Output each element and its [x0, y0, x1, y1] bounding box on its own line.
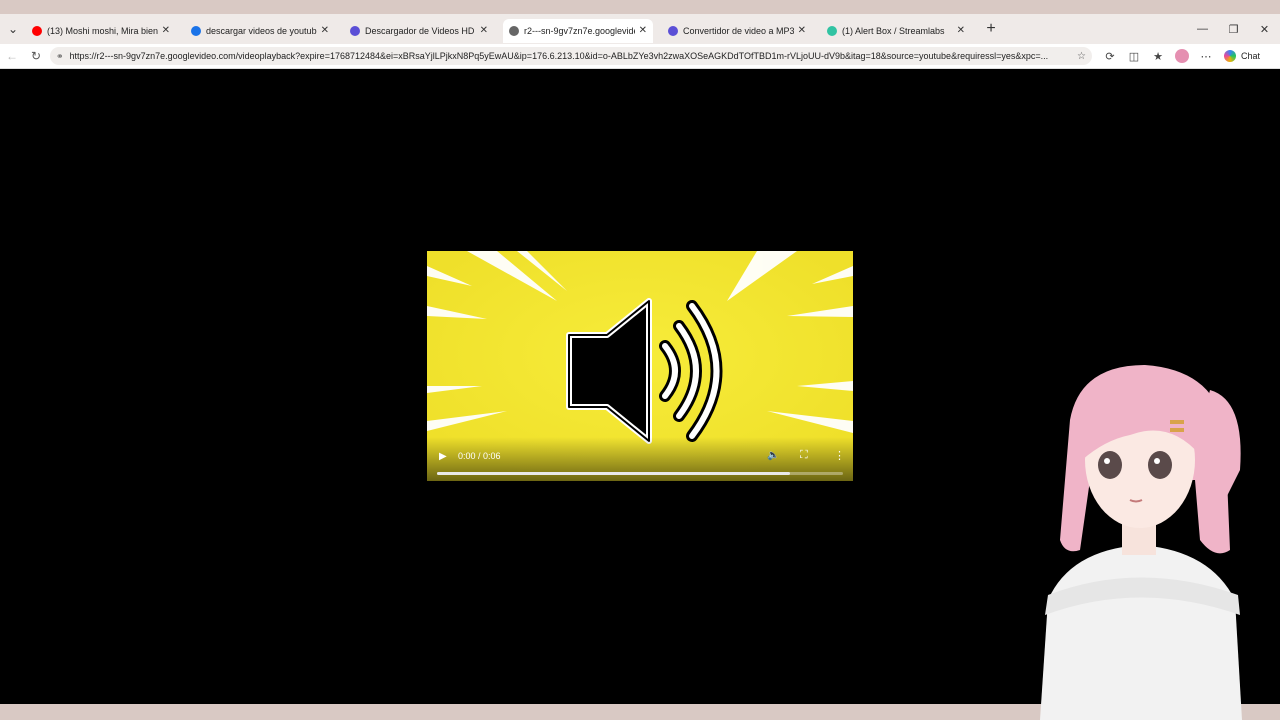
close-window-icon[interactable]: ✕ — [1249, 14, 1280, 44]
search-icon — [191, 25, 201, 36]
more-options-icon[interactable]: ⋮ — [834, 449, 845, 462]
youtube-icon — [32, 25, 42, 36]
reload-button[interactable]: ↻ — [24, 44, 48, 68]
copilot-chat-button[interactable]: Chat — [1224, 50, 1260, 62]
tab-4[interactable]: Convertidor de video a MP3 - Fre ✕ — [662, 19, 812, 43]
tab-search-chevron-icon[interactable]: ⌄ — [0, 14, 26, 44]
tab-0[interactable]: (13) Moshi moshi, Mira bien hdtp ✕ — [26, 19, 176, 43]
tab-close-icon[interactable]: ✕ — [798, 25, 806, 36]
circle-app-icon — [668, 25, 678, 36]
address-bar[interactable]: ⚭ https://r2---sn-9gv7zn7e.googlevideo.c… — [50, 47, 1092, 65]
tab-title: Convertidor de video a MP3 - Fre — [683, 25, 794, 36]
tab-title: (13) Moshi moshi, Mira bien hdtp — [47, 25, 158, 36]
chat-label: Chat — [1241, 51, 1261, 61]
restore-icon[interactable]: ❐ — [1218, 14, 1249, 44]
video-controls: ▶ 0:00 / 0:06 🔈 ⛶ ⋮ — [427, 437, 853, 481]
back-button[interactable]: ← — [0, 44, 24, 68]
tab-3[interactable]: r2---sn-9gv7zn7e.googlevideo.co ✕ — [503, 18, 653, 43]
url-text: https://r2---sn-9gv7zn7e.googlevideo.com… — [69, 51, 1049, 61]
window-controls: — ❐ ✕ — [1187, 14, 1280, 44]
new-tab-button[interactable]: + — [980, 17, 1002, 41]
vtuber-avatar — [1040, 365, 1242, 720]
streamlabs-icon — [827, 25, 837, 36]
split-screen-icon[interactable]: ◫ — [1122, 44, 1146, 68]
minimize-icon[interactable]: — — [1187, 14, 1218, 44]
profile-avatar[interactable] — [1175, 49, 1189, 63]
progress-fill — [437, 472, 791, 475]
site-info-icon[interactable]: ⚭ — [56, 51, 64, 62]
tab-title: descargar videos de youtube - Bú — [206, 25, 317, 36]
more-menu-icon[interactable]: ⋯ — [1194, 44, 1218, 68]
copilot-icon — [1224, 50, 1236, 62]
tab-title: Descargador de Videos HD de You — [365, 25, 476, 36]
video-player[interactable]: ▶ 0:00 / 0:06 🔈 ⛶ ⋮ — [427, 251, 853, 481]
progress-track[interactable] — [437, 472, 843, 475]
fullscreen-icon[interactable]: ⛶ — [800, 449, 808, 462]
tab-title: r2---sn-9gv7zn7e.googlevideo.co — [524, 25, 635, 36]
time-display: 0:00 / 0:06 — [458, 451, 501, 461]
tab-close-icon[interactable]: ✕ — [162, 25, 170, 36]
extensions-icon[interactable]: ⟳ — [1098, 44, 1122, 68]
tab-title: (1) Alert Box / Streamlabs — [842, 25, 945, 36]
volume-icon[interactable]: 🔈 — [767, 450, 779, 461]
favorite-star-icon[interactable]: ☆ — [1077, 51, 1086, 62]
tab-close-icon[interactable]: ✕ — [957, 25, 965, 36]
tab-close-icon[interactable]: ✕ — [321, 25, 329, 36]
browser-toolbar: ← ↻ ⚭ https://r2---sn-9gv7zn7e.googlevid… — [0, 44, 1280, 69]
tab-2[interactable]: Descargador de Videos HD de You ✕ — [344, 19, 494, 43]
globe-icon — [509, 25, 519, 36]
circle-app-icon — [350, 25, 360, 36]
tab-close-icon[interactable]: ✕ — [639, 25, 647, 36]
tab-5[interactable]: (1) Alert Box / Streamlabs ✕ — [821, 19, 971, 43]
tab-bar: ⌄ (13) Moshi moshi, Mira bien hdtp✕desca… — [0, 14, 1280, 44]
favorites-icon[interactable]: ★ — [1146, 44, 1170, 68]
tab-1[interactable]: descargar videos de youtube - Bú ✕ — [185, 19, 335, 43]
play-icon[interactable]: ▶ — [439, 451, 447, 462]
tab-close-icon[interactable]: ✕ — [480, 25, 488, 36]
